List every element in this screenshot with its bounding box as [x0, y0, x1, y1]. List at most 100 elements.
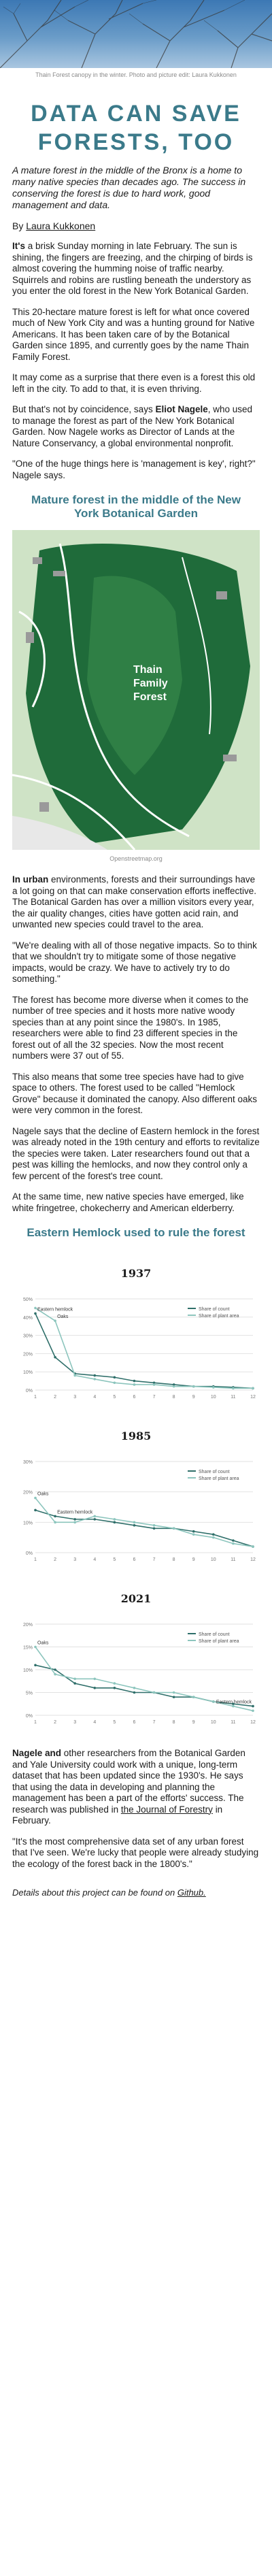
annotation-label: Oaks	[57, 1315, 69, 1319]
paragraph-6-lead: In urban	[12, 874, 49, 885]
paragraph-11: At the same time, new native species hav…	[12, 1191, 244, 1213]
y-tick-label: 20%	[23, 1623, 33, 1628]
map-title: Mature forest in the middle of the New Y…	[31, 493, 241, 520]
byline: By Laura Kukkonen	[12, 220, 260, 231]
paragraph-6-text: environments, forests and their surround…	[12, 874, 256, 929]
data-point	[34, 1664, 37, 1667]
forest-map: Thain Family Forest Openstreetmap.org	[12, 530, 260, 862]
map-label-1: Thain	[133, 664, 163, 676]
x-tick-label: 1	[34, 1557, 37, 1562]
y-tick-label: 20%	[23, 1352, 33, 1357]
y-tick-label: 15%	[23, 1646, 33, 1651]
y-tick-label: 0%	[26, 1551, 33, 1556]
paragraph-4-a: But that's not by coincidence, says	[12, 404, 153, 414]
charts-area: 1937 0% 10% 20% 30% 40% 50% 1 2 3 4 5 6 7 8 9 10 11 12 Shar…	[0, 1267, 272, 1732]
paragraph-6: In urban environments, forests and their…	[12, 874, 260, 931]
x-tick-label: 8	[173, 1557, 175, 1562]
data-point	[133, 1691, 136, 1694]
data-point	[172, 1691, 175, 1694]
author-link[interactable]: Laura Kukkonen	[26, 220, 95, 231]
data-point	[133, 1521, 136, 1524]
data-point	[113, 1376, 116, 1379]
byline-prefix: By	[12, 220, 24, 231]
x-tick-label: 9	[192, 1720, 195, 1725]
data-point	[133, 1524, 136, 1527]
y-tick-label: 40%	[23, 1316, 33, 1321]
y-tick-label: 30%	[23, 1460, 33, 1465]
x-tick-label: 7	[153, 1720, 156, 1725]
data-point	[152, 1383, 156, 1386]
x-tick-label: 7	[153, 1395, 156, 1400]
x-tick-label: 3	[73, 1720, 76, 1725]
data-point	[113, 1682, 116, 1685]
x-tick-label: 11	[231, 1720, 235, 1725]
x-tick-label: 4	[93, 1557, 96, 1562]
data-point	[34, 1508, 37, 1512]
line-chart: 0%10%20%30%1 2 3 4 5 6 7 8 9 10 11 12Share of count…	[23, 1460, 256, 1562]
x-tick-label: 3	[73, 1395, 76, 1400]
data-point	[113, 1381, 116, 1385]
x-tick-label: 12	[250, 1720, 256, 1725]
map-credit: Openstreetmap.org	[109, 855, 163, 862]
data-point	[232, 1542, 235, 1545]
x-tick-label: 12	[250, 1557, 256, 1562]
data-point	[93, 1687, 97, 1689]
chart-2: 2021 0% 5% 10% 15% 20% 1 2 3 4 5 6 7 8 9 10 11 12 Share of…	[12, 1592, 260, 1732]
footer: Details about this project can be found …	[12, 1887, 260, 1898]
data-point	[212, 1536, 215, 1539]
data-point	[172, 1696, 175, 1698]
data-point	[212, 1386, 215, 1389]
github-link[interactable]: Github.	[177, 1887, 206, 1898]
y-tick-label: 50%	[23, 1298, 33, 1302]
article-title: DATA CAN SAVE FORESTS, TOO	[31, 101, 241, 155]
paragraph-8: The forest has become more diverse when …	[12, 994, 249, 1061]
map-graphic: Thain Family Forest	[12, 530, 260, 851]
data-point	[34, 1496, 37, 1500]
annotation-label: Eastern hemlock	[37, 1307, 73, 1312]
x-tick-label: 7	[153, 1557, 156, 1562]
legend-label: Share of plant area	[199, 1314, 239, 1319]
paragraph-1-lead: It's	[12, 241, 25, 251]
data-point	[54, 1515, 56, 1518]
x-tick-label: 5	[113, 1720, 116, 1725]
data-point	[252, 1709, 254, 1713]
data-point	[212, 1700, 215, 1703]
data-point	[113, 1521, 116, 1524]
line-chart: 0%10%20%30%40%50%1 2 3 4 5 6 7 8 9 10 11 12Share of…	[23, 1298, 256, 1400]
data-point	[73, 1682, 76, 1685]
data-point	[192, 1696, 195, 1698]
data-point	[54, 1319, 56, 1322]
y-tick-label: 0%	[26, 1714, 33, 1719]
paragraph-2: This 20-hectare mature forest is left fo…	[12, 306, 255, 362]
data-point	[152, 1527, 156, 1530]
data-point	[212, 1533, 215, 1536]
y-tick-label: 10%	[23, 1521, 33, 1525]
x-tick-label: 11	[231, 1395, 235, 1400]
paragraph-5: "One of the huge things here is 'managem…	[12, 459, 256, 480]
x-tick-label: 10	[211, 1395, 216, 1400]
data-point	[73, 1521, 76, 1524]
legend-label: Share of plant area	[199, 1639, 239, 1644]
data-point	[34, 1645, 37, 1649]
x-tick-label: 8	[173, 1720, 175, 1725]
article-lede: A mature forest in the middle of the Bro…	[12, 165, 246, 210]
data-point	[172, 1385, 175, 1388]
chart-title: 1937	[120, 1267, 152, 1280]
data-point	[113, 1687, 116, 1689]
footer-text: Details about this project can be found …	[12, 1887, 175, 1898]
annotation-label: Oaks	[37, 1641, 49, 1646]
x-tick-label: 6	[133, 1720, 136, 1725]
journal-link[interactable]: the Journal of Forestry	[121, 1804, 213, 1815]
legend-label: Share of count	[199, 1470, 230, 1474]
chart-title: 1985	[120, 1430, 152, 1442]
data-point	[252, 1704, 254, 1708]
y-tick-label: 10%	[23, 1370, 33, 1375]
data-point	[73, 1677, 76, 1681]
data-point	[54, 1355, 56, 1359]
svg-text:Thain Family Fores: Thain Family Forest	[133, 664, 171, 703]
data-point	[54, 1668, 56, 1671]
data-point	[232, 1704, 235, 1708]
data-point	[34, 1312, 37, 1315]
paragraph-4-name: Eliot Nagele	[155, 404, 208, 414]
x-tick-label: 8	[173, 1395, 175, 1400]
